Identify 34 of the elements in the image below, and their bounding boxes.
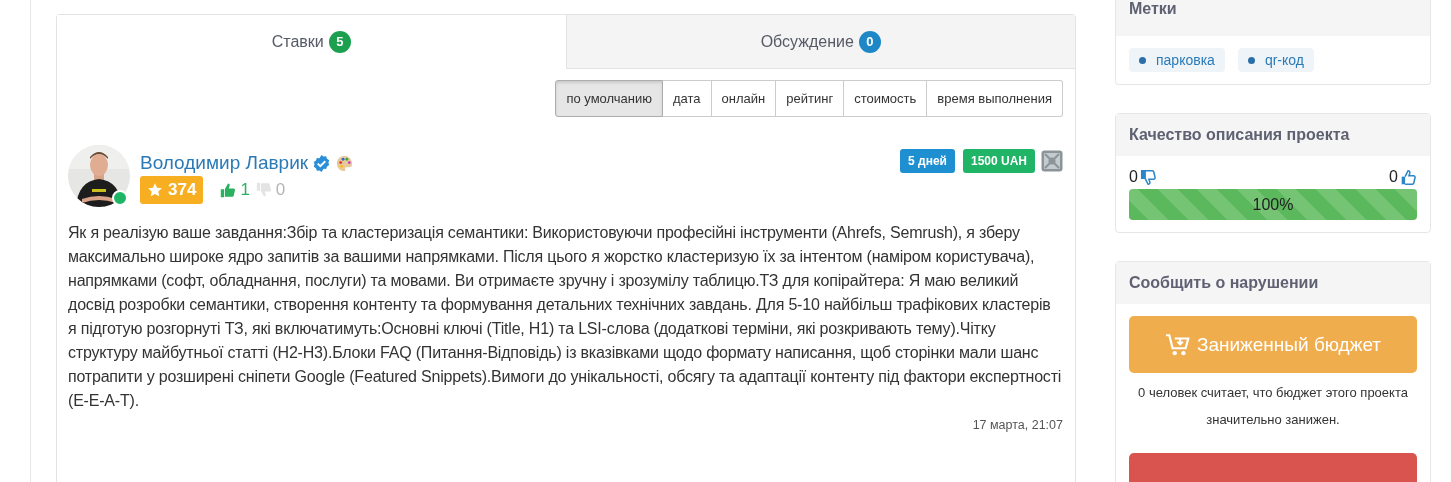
sort-button[interactable]: онлайн: [711, 80, 777, 117]
tag-link[interactable]: qr-код: [1237, 48, 1314, 72]
thumbs-up-icon[interactable]: [1400, 168, 1417, 186]
tag-link[interactable]: парковка: [1129, 48, 1225, 72]
sort-button[interactable]: время выполнения: [927, 80, 1063, 117]
thumbs-down-icon[interactable]: [1139, 168, 1157, 186]
sort-button[interactable]: дата: [663, 80, 712, 117]
dislike-count: 0: [1129, 168, 1138, 186]
progress-reading: 100%: [1252, 195, 1294, 214]
thumbs-down-icon: [255, 182, 272, 198]
palette-icon: [335, 153, 355, 173]
rating-badge: 374: [140, 176, 204, 204]
count-badge: 5: [328, 30, 351, 53]
sort-button[interactable]: стоимость: [844, 80, 928, 117]
dislikes-count: 0: [275, 180, 286, 200]
sort-button[interactable]: рейтинг: [776, 80, 845, 117]
star-icon: [147, 182, 163, 198]
bid-date: 17 марта, 21:07: [972, 418, 1063, 432]
tab[interactable]: Обсуждение 0: [565, 15, 1075, 69]
bid-text: Як я реалізую ваше завдання:Збір та кластеризація семантики: Використовуючи професійні інструменти (Ahrefs, Semrush), я зберу максимально широке ядро запитів за вашими напрямками. Після цього я жорстко кластеризую їх за інтентом (наміром користувача), напрямками (софт, обладнання, послуги) та мовами. Ви отримаєте зручну і зрозумілу таблицю.ТЗ для копірайтера: Я маю великий досвід розробки семантики, створення контенту та формування детальних технічних завдань. Для 5-10 найбільш трафікових кластерів я підготую розгорнуті ТЗ, які включатимуть:Основні ключі (Title, H1) та LSI-слова (додаткові терміни, які розкривають тему).Чітку структуру майбутньої статті (H2-H3).Блоки FAQ (Питання-Відповідь) із вказівками щодо формату написання, щоб сторінки мали шанс потрапити у розширені сніпети Google (Featured Snippets).Вимоги до унікальності, обсягу та адаптації контенту під фактори експертності (E-E-A-T).: [68, 223, 1063, 411]
budget-note: 0 человек считает, что бюджет этого проекта значительно занижен.: [1137, 384, 1409, 429]
card-title: Метки: [1129, 0, 1177, 18]
thumbs-up-icon: [220, 182, 237, 198]
card-title: Сообщить о нарушении: [1129, 274, 1319, 291]
sort-button[interactable]: по умолчанию: [555, 80, 663, 117]
likes-count: 1: [240, 180, 250, 200]
bid-tag: 5 дней: [900, 149, 955, 173]
count-badge: 0: [858, 30, 881, 53]
bid-tag: 1500 UAH: [962, 149, 1035, 173]
cart-icon: [1164, 332, 1191, 357]
safe-icon: [1041, 150, 1063, 172]
like-count: 0: [1389, 168, 1398, 186]
card-title: Качество описания проекта: [1129, 126, 1350, 143]
user-name-link[interactable]: Володимир Лаврик: [140, 152, 309, 174]
